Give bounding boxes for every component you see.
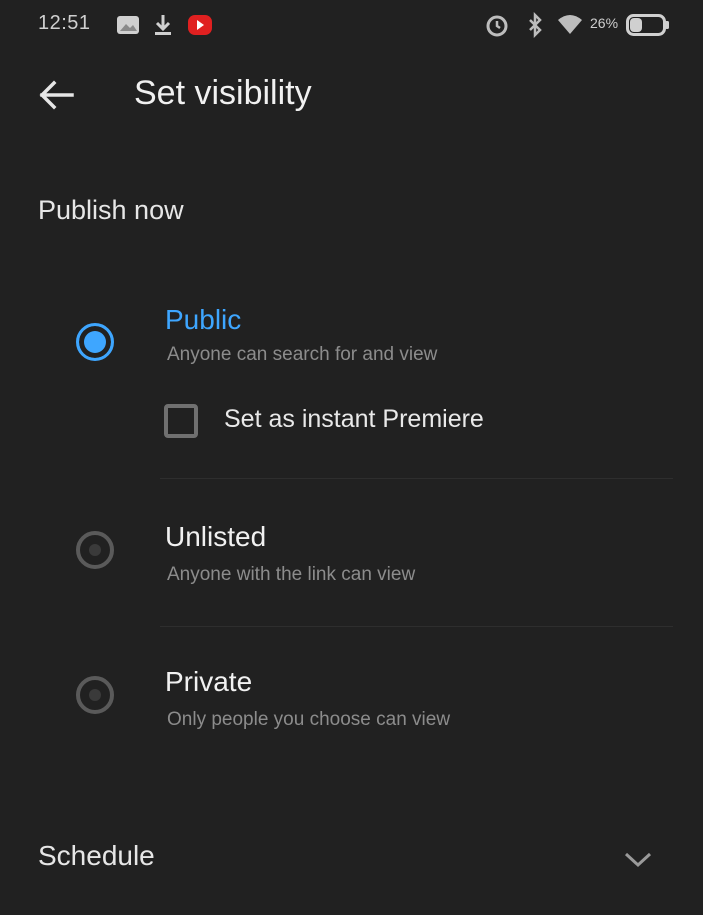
radio-private[interactable] — [76, 676, 114, 714]
gallery-icon — [117, 16, 139, 34]
arrow-left-icon — [39, 80, 74, 110]
radio-public[interactable] — [76, 323, 114, 361]
schedule-label: Schedule — [38, 840, 155, 871]
schedule-row[interactable]: Schedule — [0, 820, 703, 900]
divider — [160, 626, 673, 627]
instant-premiere-toggle[interactable]: Set as instant Premiere — [160, 396, 560, 446]
alarm-icon — [486, 15, 508, 37]
option-title-private: Private — [165, 666, 253, 697]
wifi-icon — [558, 15, 582, 34]
battery-percent: 26% — [590, 15, 619, 31]
bluetooth-icon — [529, 12, 542, 38]
status-time: 12:51 — [38, 12, 91, 34]
publish-now-heading: Publish now — [38, 195, 184, 225]
option-desc-unlisted: Anyone with the link can view — [167, 564, 416, 585]
battery-icon — [626, 14, 669, 36]
option-title-public: Public — [165, 304, 242, 335]
option-desc-public: Anyone can search for and view — [167, 344, 438, 365]
visibility-option-private[interactable]: Private Only people you choose can view — [0, 655, 703, 745]
option-title-unlisted: Unlisted — [165, 521, 267, 552]
download-icon — [155, 15, 171, 35]
premiere-checkbox[interactable] — [164, 404, 198, 438]
youtube-notification-icon — [188, 15, 212, 35]
divider — [160, 478, 673, 479]
option-desc-private: Only people you choose can view — [167, 709, 451, 730]
radio-unlisted[interactable] — [76, 531, 114, 569]
status-bar: 12:51 26% — [0, 0, 703, 52]
chevron-down-icon[interactable] — [620, 846, 656, 872]
visibility-option-unlisted[interactable]: Unlisted Anyone with the link can view — [0, 510, 703, 600]
visibility-option-public[interactable]: Public Anyone can search for and view — [0, 290, 703, 385]
premiere-label: Set as instant Premiere — [224, 405, 484, 433]
page-title: Set visibility — [134, 74, 312, 112]
back-button[interactable] — [28, 70, 84, 120]
